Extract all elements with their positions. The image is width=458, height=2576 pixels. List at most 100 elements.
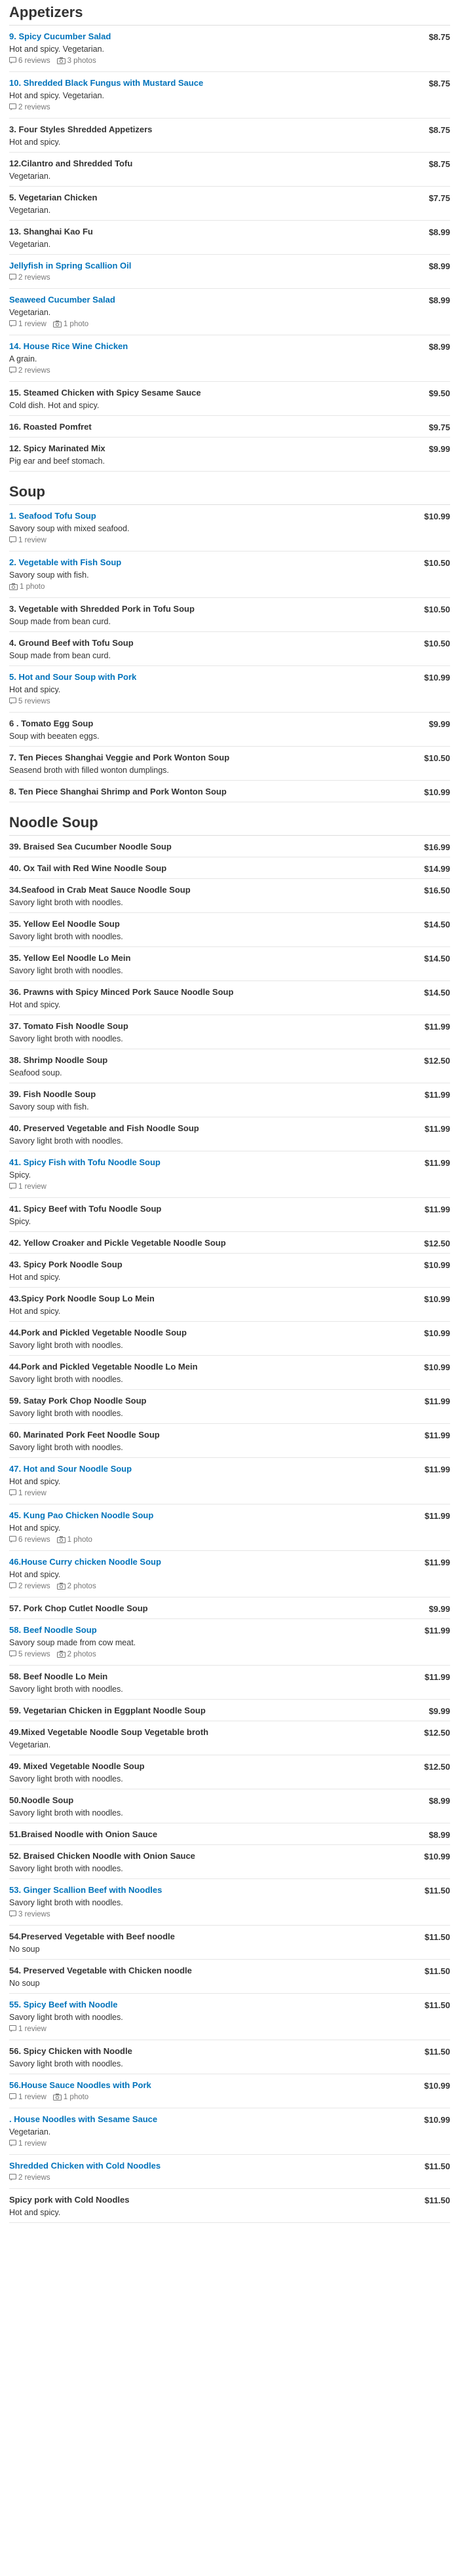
photo-count[interactable]: 3 photos	[56, 57, 96, 65]
menu-item-name[interactable]: 41. Spicy Fish with Tofu Noodle Soup	[9, 1157, 450, 1168]
menu-item-name[interactable]: 47. Hot and Sour Noodle Soup	[9, 1463, 450, 1474]
speech-bubble-icon	[9, 698, 16, 707]
menu-item-name[interactable]: 53. Ginger Scallion Beef with Noodles	[9, 1884, 450, 1895]
review-count[interactable]: 1 review	[9, 2093, 47, 2101]
review-count[interactable]: 1 review	[9, 1183, 47, 1191]
menu-item-name[interactable]: Seaweed Cucumber Salad	[9, 294, 450, 305]
review-count[interactable]: 1 review	[9, 320, 47, 328]
menu-item[interactable]: 47. Hot and Sour Noodle Soup $11.99 Hot an…	[9, 1458, 450, 1504]
menu-item-name[interactable]: 1. Seafood Tofu Soup	[9, 510, 450, 521]
review-count[interactable]: 5 reviews	[9, 1651, 50, 1658]
menu-item-description: Vegetarian.	[9, 1740, 51, 1749]
review-count[interactable]: 2 reviews	[9, 367, 50, 375]
menu-item: 43. Spicy Pork Noodle Soup $10.99 Hot and …	[9, 1254, 450, 1288]
menu-item-name: 54. Preserved Vegetable with Chicken noo…	[9, 1966, 192, 1975]
photo-count[interactable]: 1 photo	[56, 1536, 92, 1544]
menu-item-meta: 1 review	[9, 1489, 450, 1499]
menu-item[interactable]: 55. Spicy Beef with Noodle $11.50 Savory l…	[9, 1994, 450, 2040]
menu-item-price: $8.99	[429, 227, 450, 237]
menu-item-name[interactable]: 55. Spicy Beef with Noodle	[9, 1999, 450, 2010]
menu-item-name[interactable]: Shredded Chicken with Cold Noodles	[9, 2160, 450, 2171]
menu-item: 44.Pork and Pickled Vegetable Noodle Sou…	[9, 1322, 450, 1356]
menu-item[interactable]: 45. Kung Pao Chicken Noodle Soup $11.99 Ho…	[9, 1504, 450, 1551]
menu-item-name: 39. Fish Noodle Soup	[9, 1089, 96, 1099]
photo-count[interactable]: 2 photos	[56, 1582, 96, 1590]
menu-item-description: Vegetarian.	[9, 172, 51, 181]
menu-item-price: $11.99	[424, 1204, 450, 1214]
camera-icon	[9, 583, 18, 593]
menu-item[interactable]: 5. Hot and Sour Soup with Pork $10.99 Hot …	[9, 666, 450, 713]
menu-item[interactable]: Jellyfish in Spring Scallion Oil $8.99 2 r…	[9, 255, 450, 289]
review-count-text: 1 review	[18, 320, 47, 328]
review-count-text: 5 reviews	[18, 1651, 50, 1658]
menu-item-price: $11.50	[424, 2195, 450, 2205]
menu-item[interactable]: 56.House Sauce Noodles with Pork $10.99 1 …	[9, 2074, 450, 2108]
menu-item-price: $14.50	[424, 988, 450, 998]
review-count[interactable]: 1 review	[9, 2140, 47, 2148]
menu-item[interactable]: 10. Shredded Black Fungus with Mustard S…	[9, 72, 450, 119]
menu-item-price: $10.99	[424, 2115, 450, 2125]
menu-item[interactable]: Shredded Chicken with Cold Noodles $11.50…	[9, 2155, 450, 2189]
menu-item-description: Vegetarian.	[9, 308, 51, 317]
review-count[interactable]: 2 reviews	[9, 1582, 50, 1590]
menu-item: 7. Ten Pieces Shanghai Veggie and Pork W…	[9, 747, 450, 781]
photo-count[interactable]: 1 photo	[52, 2093, 88, 2101]
menu-item-price: $10.99	[424, 1260, 450, 1270]
menu-item-name: 40. Preserved Vegetable and Fish Noodle …	[9, 1123, 199, 1133]
review-count[interactable]: 1 review	[9, 536, 47, 544]
menu-item[interactable]: 41. Spicy Fish with Tofu Noodle Soup $11.…	[9, 1151, 450, 1198]
review-count[interactable]: 1 review	[9, 2025, 47, 2033]
review-count[interactable]: 2 reviews	[9, 103, 50, 111]
menu-item-name: 3. Four Styles Shredded Appetizers	[9, 124, 153, 134]
menu-item[interactable]: 53. Ginger Scallion Beef with Noodles $11…	[9, 1879, 450, 1926]
photo-count[interactable]: 1 photo	[52, 320, 88, 328]
menu-item-name[interactable]: 2. Vegetable with Fish Soup	[9, 557, 450, 568]
menu-item-name[interactable]: 46.House Curry chicken Noodle Soup	[9, 1556, 450, 1567]
menu-item-description: Savory light broth with noodles.	[9, 1341, 123, 1350]
menu-item[interactable]: 2. Vegetable with Fish Soup $10.50 Savory …	[9, 551, 450, 598]
menu-item[interactable]: Seaweed Cucumber Salad $8.99 Vegetarian. 1 …	[9, 289, 450, 335]
menu-item-name[interactable]: Jellyfish in Spring Scallion Oil	[9, 260, 450, 271]
menu-item-name: 49. Mixed Vegetable Noodle Soup	[9, 1761, 145, 1771]
menu-item-meta: 5 reviews	[9, 697, 450, 707]
review-count[interactable]: 2 reviews	[9, 2174, 50, 2182]
menu-item-name[interactable]: 56.House Sauce Noodles with Pork	[9, 2080, 450, 2091]
menu-item[interactable]: . House Noodles with Sesame Sauce $10.99 V…	[9, 2108, 450, 2155]
menu-item-description: Soup made from bean curd.	[9, 617, 111, 626]
review-count-text: 3 reviews	[18, 1911, 50, 1918]
review-count[interactable]: 2 reviews	[9, 274, 50, 282]
menu-item[interactable]: 14. House Rice Wine Chicken $8.99 A grain.…	[9, 335, 450, 382]
review-count-text: 6 reviews	[18, 1536, 50, 1544]
menu-item-name[interactable]: 58. Beef Noodle Soup	[9, 1624, 450, 1635]
menu-item[interactable]: 46.House Curry chicken Noodle Soup $11.99…	[9, 1551, 450, 1597]
menu-item[interactable]: 9. Spicy Cucumber Salad $8.75 Hot and spic…	[9, 26, 450, 72]
photo-count[interactable]: 1 photo	[9, 583, 45, 591]
menu-item-price: $9.99	[429, 1604, 450, 1614]
menu-item-description: Savory soup with mixed seafood.	[9, 524, 130, 533]
review-count[interactable]: 3 reviews	[9, 1911, 50, 1918]
menu-item: 35. Yellow Eel Noodle Lo Mein $14.50 Savor…	[9, 947, 450, 981]
menu-item-name: 12. Spicy Marinated Mix	[9, 443, 105, 453]
review-count-text: 2 reviews	[18, 274, 50, 282]
menu-item-name[interactable]: 5. Hot and Sour Soup with Pork	[9, 671, 450, 682]
review-count[interactable]: 6 reviews	[9, 57, 50, 65]
menu-item-name[interactable]: 14. House Rice Wine Chicken	[9, 341, 450, 352]
menu-item-price: $11.99	[424, 1158, 450, 1168]
menu-item-description: Savory light broth with noodles.	[9, 2013, 123, 2022]
menu-item-name[interactable]: 10. Shredded Black Fungus with Mustard S…	[9, 77, 450, 88]
menu-item-name[interactable]: . House Noodles with Sesame Sauce	[9, 2114, 450, 2125]
menu-item[interactable]: 58. Beef Noodle Soup $11.99 Savory soup ma…	[9, 1619, 450, 1666]
menu-item-name[interactable]: 45. Kung Pao Chicken Noodle Soup	[9, 1510, 450, 1521]
menu-item-name: 15. Steamed Chicken with Spicy Sesame Sa…	[9, 388, 201, 398]
photo-count[interactable]: 2 photos	[56, 1651, 96, 1658]
review-count[interactable]: 6 reviews	[9, 1536, 50, 1544]
menu-item-price: $10.99	[424, 1328, 450, 1338]
menu-item-price: $8.99	[429, 295, 450, 305]
menu-item[interactable]: 1. Seafood Tofu Soup $10.99 Savory soup wi…	[9, 505, 450, 551]
menu-item-description: Savory soup made from cow meat.	[9, 1638, 136, 1647]
menu-item-price: $8.75	[429, 32, 450, 42]
review-count[interactable]: 5 reviews	[9, 698, 50, 705]
review-count[interactable]: 1 review	[9, 1489, 47, 1497]
menu-item: 3. Four Styles Shredded Appetizers $8.75 H…	[9, 119, 450, 153]
menu-item-name[interactable]: 9. Spicy Cucumber Salad	[9, 31, 450, 42]
